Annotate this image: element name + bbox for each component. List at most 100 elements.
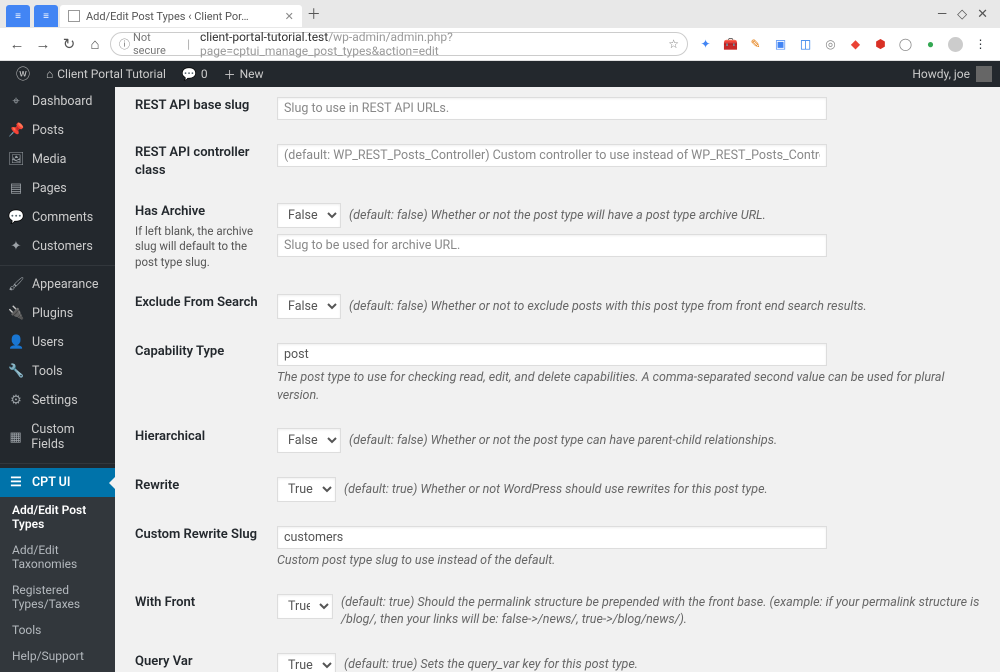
- menu-label: Plugins: [32, 306, 73, 321]
- main-content: REST API base slug REST API controller c…: [115, 87, 1000, 672]
- sidebar-item-custom-fields[interactable]: ▦ Custom Fields: [0, 415, 115, 459]
- site-name-menu[interactable]: ⌂Client Portal Tutorial: [38, 61, 174, 87]
- sidebar-item-customers[interactable]: ✦ Customers: [0, 232, 115, 261]
- exclude-search-select[interactable]: False: [277, 294, 341, 319]
- menu-icon: ✦: [8, 239, 24, 254]
- ext-icon-9[interactable]: ◯: [898, 37, 913, 52]
- ext-icon-7[interactable]: ◆: [848, 37, 863, 52]
- bookmark-icon[interactable]: ☆: [668, 37, 679, 51]
- wp-logo-menu[interactable]: ⓦ: [8, 61, 38, 87]
- security-status[interactable]: ⓘ Not secure: [119, 31, 183, 57]
- plus-icon: ＋: [224, 66, 236, 83]
- comments-menu[interactable]: 💬0: [174, 61, 216, 87]
- ext-icon-8[interactable]: ⬢: [873, 37, 888, 52]
- has-archive-select[interactable]: False: [277, 203, 341, 228]
- browser-tab-active[interactable]: Add/Edit Post Types ‹ Client Por… ✕: [60, 5, 302, 27]
- menu-label: Pages: [32, 181, 67, 196]
- rewrite-select[interactable]: True: [277, 477, 336, 502]
- sidebar-item-cpt-ui[interactable]: ☰CPT UI: [0, 468, 115, 497]
- ext-icon-3[interactable]: ✎: [748, 37, 763, 52]
- menu-icon: 🔧: [8, 364, 24, 379]
- sidebar-item-pages[interactable]: ▤Pages: [0, 174, 115, 203]
- rewrite-label: Rewrite: [135, 477, 277, 502]
- ext-icon-4[interactable]: ▣: [773, 37, 788, 52]
- submenu-item-help-support[interactable]: Help/Support: [0, 643, 115, 669]
- menu-icon: 📌: [8, 123, 24, 138]
- query-var-label: Query Var: [135, 653, 277, 672]
- row-rewrite: Rewrite True (default: true) Whether or …: [135, 477, 980, 502]
- row-rest-base: REST API base slug: [135, 97, 980, 120]
- ext-icon-10[interactable]: ●: [923, 37, 938, 52]
- ext-icon-1[interactable]: ✦: [698, 37, 713, 52]
- submenu-item-add-edit-post-types[interactable]: Add/Edit Post Types: [0, 497, 115, 537]
- sidebar-item-comments[interactable]: 💬 Comments: [0, 203, 115, 232]
- new-content-menu[interactable]: ＋ New: [216, 61, 272, 87]
- row-with-front: With Front True (default: true) Should t…: [135, 594, 980, 629]
- profile-avatar[interactable]: [948, 37, 963, 52]
- menu-icon: 💬: [8, 210, 24, 225]
- home-button[interactable]: ⌂: [84, 33, 106, 55]
- window-close-icon[interactable]: ✕: [977, 7, 988, 22]
- rest-controller-input[interactable]: [277, 144, 827, 167]
- url-text: client-portal-tutorial.test/wp-admin/adm…: [200, 30, 668, 58]
- submenu-item-registered-types-taxes[interactable]: Registered Types/Taxes: [0, 577, 115, 617]
- with-front-select[interactable]: True: [277, 594, 333, 619]
- hierarchical-desc: (default: false) Whether or not the post…: [349, 432, 777, 450]
- sidebar-item-tools[interactable]: 🔧Tools: [0, 357, 115, 386]
- query-var-desc: (default: true) Sets the query_var key f…: [344, 656, 638, 672]
- capability-type-desc: The post type to use for checking read, …: [277, 369, 980, 404]
- pinned-tab-2[interactable]: ≡: [34, 5, 58, 27]
- archive-slug-input[interactable]: [277, 234, 827, 257]
- query-var-select[interactable]: True: [277, 653, 336, 672]
- reload-button[interactable]: ↻: [58, 33, 80, 55]
- row-hierarchical: Hierarchical False (default: false) Whet…: [135, 428, 980, 453]
- sidebar-item-media[interactable]: 🖼Media: [0, 145, 115, 174]
- tab-close-icon[interactable]: ✕: [285, 10, 294, 23]
- chrome-menu-icon[interactable]: ⋮: [973, 37, 988, 52]
- comment-icon: 💬: [182, 67, 197, 81]
- rest-controller-label: REST API controller class: [135, 144, 277, 179]
- extension-toolbar: ✦ 🧰 ✎ ▣ ◫ ◎ ◆ ⬢ ◯ ● ⋮: [692, 37, 994, 52]
- menu-label: Dashboard: [32, 94, 92, 109]
- has-archive-sublabel: If left blank, the archive slug will def…: [135, 224, 267, 271]
- sidebar-item-settings[interactable]: ⚙Settings: [0, 386, 115, 415]
- row-capability-type: Capability Type The post type to use for…: [135, 343, 980, 404]
- hierarchical-select[interactable]: False: [277, 428, 341, 453]
- submenu-item-add-edit-taxonomies[interactable]: Add/Edit Taxonomies: [0, 537, 115, 577]
- sidebar-item-posts[interactable]: 📌Posts: [0, 116, 115, 145]
- info-icon: ⓘ: [119, 36, 130, 52]
- user-avatar[interactable]: [976, 66, 992, 82]
- sidebar-item-users[interactable]: 👤Users: [0, 328, 115, 357]
- menu-icon: ⚙: [8, 393, 24, 408]
- browser-tabstrip: ≡ ≡ Add/Edit Post Types ‹ Client Por… ✕ …: [0, 0, 1000, 28]
- ext-icon-2[interactable]: 🧰: [723, 37, 738, 52]
- ext-icon-6[interactable]: ◎: [823, 37, 838, 52]
- menu-label: Customers: [32, 239, 93, 254]
- window-maximize-icon[interactable]: ◇: [957, 7, 967, 22]
- forward-button[interactable]: →: [32, 33, 54, 55]
- back-button[interactable]: ←: [6, 33, 28, 55]
- sidebar-item-appearance[interactable]: 🖌Appearance: [0, 270, 115, 299]
- sidebar-item-plugins[interactable]: 🔌Plugins: [0, 299, 115, 328]
- menu-icon: ☰: [8, 475, 24, 490]
- new-tab-button[interactable]: ＋: [302, 3, 326, 25]
- row-query-var: Query Var True (default: true) Sets the …: [135, 653, 980, 672]
- menu-label: Custom Fields: [31, 422, 107, 452]
- capability-type-input[interactable]: [277, 343, 827, 366]
- window-minimize-icon[interactable]: —: [937, 7, 947, 22]
- submenu-item-tools[interactable]: Tools: [0, 617, 115, 643]
- sidebar-item-dashboard[interactable]: ⌖Dashboard: [0, 87, 115, 116]
- menu-icon: ▦: [8, 430, 23, 445]
- rest-base-input[interactable]: [277, 97, 827, 120]
- row-exclude-search: Exclude From Search False (default: fals…: [135, 294, 980, 319]
- rewrite-slug-input[interactable]: [277, 526, 827, 549]
- address-bar[interactable]: ⓘ Not secure | client-portal-tutorial.te…: [110, 32, 688, 56]
- new-label: New: [240, 67, 264, 81]
- howdy-label[interactable]: Howdy, joe: [912, 67, 970, 81]
- tab-title: Add/Edit Post Types ‹ Client Por…: [86, 10, 249, 23]
- pinned-tab-1[interactable]: ≡: [6, 5, 30, 27]
- menu-label: Users: [32, 335, 64, 350]
- menu-label: Comments: [32, 210, 93, 225]
- ext-icon-5[interactable]: ◫: [798, 37, 813, 52]
- exclude-search-desc: (default: false) Whether or not to exclu…: [349, 298, 867, 316]
